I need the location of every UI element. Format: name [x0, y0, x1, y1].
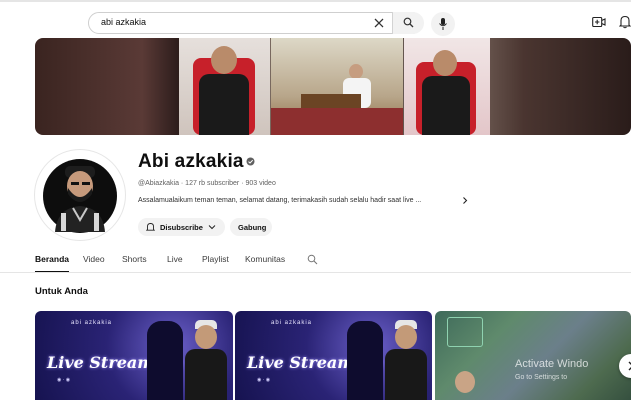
video-thumbnail[interactable]: abi azkakia Live Streaming ◉ · ◉ [235, 311, 432, 400]
voice-search-button[interactable] [431, 12, 455, 36]
search-button[interactable] [392, 12, 424, 34]
banner-panel [271, 38, 403, 135]
verified-icon [246, 157, 255, 166]
tab-live[interactable]: Live [167, 254, 183, 264]
channel-avatar[interactable] [35, 150, 125, 240]
chevron-down-icon [208, 225, 216, 230]
tab-playlist[interactable]: Playlist [202, 254, 229, 264]
tab-video[interactable]: Video [83, 254, 105, 264]
close-icon[interactable] [372, 16, 386, 30]
thumbnail-social: ◉ · ◉ [57, 377, 71, 383]
search-icon [403, 17, 414, 28]
anime-character [347, 321, 383, 400]
video-thumbnail[interactable]: abi azkakia Live Streaming ◉ · ◉ [35, 311, 233, 400]
watermark-line-2: Go to Settings to [515, 374, 568, 381]
windows-activation-watermark: Activate Windo Go to Settings to [515, 357, 588, 385]
section-title: Untuk Anda [35, 286, 88, 297]
search-input[interactable]: abi azkakia [101, 17, 146, 27]
tabs-divider [0, 272, 631, 273]
mic-icon [439, 18, 447, 30]
bell-icon[interactable] [619, 14, 631, 29]
avatar-illustration [43, 159, 117, 233]
search-bar[interactable]: abi azkakia [88, 12, 424, 34]
subscribed-label: Disubscribe [160, 223, 203, 232]
banner-panel [179, 38, 270, 135]
banner-panel [404, 38, 490, 135]
join-button[interactable]: Gabung [230, 218, 272, 236]
channel-description[interactable]: Assalamualaikum teman teman, selamat dat… [138, 197, 421, 204]
tab-shorts[interactable]: Shorts [122, 254, 147, 264]
tab-beranda[interactable]: Beranda [35, 254, 69, 264]
person-head [195, 325, 217, 349]
anime-character [147, 321, 183, 400]
chevron-right-icon [628, 361, 631, 371]
channel-banner [35, 38, 631, 135]
thumbnail-social: ◉ · ◉ [257, 377, 271, 383]
channel-meta: @Abiazkakia · 127 rb subscriber · 903 vi… [138, 180, 276, 187]
bell-icon [146, 223, 155, 231]
thumbnail-brand: abi azkakia [71, 320, 113, 326]
chevron-right-icon[interactable] [461, 196, 469, 205]
join-label: Gabung [238, 223, 267, 232]
game-minimap [447, 317, 483, 347]
subscribed-button[interactable]: Disubscribe [138, 218, 225, 236]
video-thumbnail[interactable]: Activate Windo Go to Settings to [435, 311, 631, 400]
person-body [185, 349, 227, 400]
person-head [395, 325, 417, 349]
tab-komunitas[interactable]: Komunitas [245, 254, 285, 264]
watermark-line-1: Activate Windo [515, 358, 589, 370]
streamer-facecam [455, 371, 475, 393]
channel-name: Abi azkakia [138, 151, 244, 172]
create-video-icon[interactable] [592, 16, 606, 28]
top-divider [0, 0, 631, 2]
search-icon[interactable] [307, 254, 318, 265]
person-body [385, 349, 427, 400]
thumbnail-brand: abi azkakia [271, 320, 313, 326]
